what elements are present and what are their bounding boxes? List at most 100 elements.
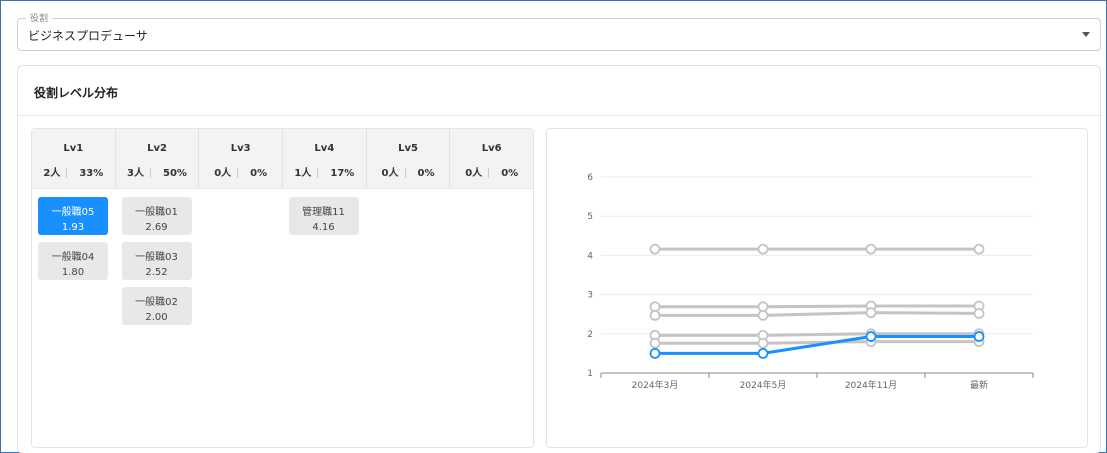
level-stats: 2人 33% (32, 164, 115, 179)
level-stats: 3人 50% (116, 164, 199, 179)
data-point (649, 243, 661, 255)
level-name: Lv6 (481, 143, 502, 154)
level-count: 1人 (294, 168, 312, 179)
y-tick-label: 4 (587, 251, 593, 261)
role-select[interactable]: 役割 ビジネスプロデューサ (17, 11, 1101, 51)
level-column: 管理職11 4.16 (283, 189, 367, 332)
divider (150, 168, 152, 178)
level-column (450, 189, 534, 332)
data-point (757, 309, 769, 321)
member-name: 一般職04 (51, 252, 95, 263)
level-percent: 0% (417, 168, 435, 179)
series-line (655, 340, 979, 345)
member-name: 一般職01 (135, 207, 178, 218)
data-point (865, 243, 877, 255)
level-column (366, 189, 450, 332)
role-select-label: 役割 (26, 11, 53, 24)
x-tick-label: 2024年5月 (740, 379, 787, 391)
level-percent: 33% (79, 168, 104, 179)
level-header-row: Lv1 2人 33% Lv2 3人 50% Lv3 0人 0% Lv4 1人 17% Lv5 0人 0% Lv… (32, 129, 533, 189)
member-chip[interactable]: 一般職02 2.00 (121, 287, 192, 325)
data-point (973, 243, 985, 255)
level-percent: 17% (330, 168, 355, 179)
level-count: 2人 (43, 168, 61, 179)
data-point (649, 347, 661, 359)
divider (404, 168, 406, 178)
level-count: 3人 (127, 168, 145, 179)
level-count: 0人 (381, 168, 399, 179)
member-score: 4.16 (312, 222, 335, 233)
y-tick-label: 2 (587, 330, 593, 340)
y-tick-label: 5 (587, 212, 593, 222)
member-score: 1.80 (61, 267, 85, 278)
member-name: 一般職05 (51, 207, 95, 218)
level-column (199, 189, 283, 332)
card-title: 役割レベル分布 (18, 66, 1100, 116)
level-count: 0人 (465, 168, 483, 179)
member-chip[interactable]: 一般職05 1.93 (38, 197, 108, 235)
x-tick-label: 最新 (970, 379, 988, 391)
member-name: 管理職11 (302, 207, 345, 218)
data-point (649, 337, 661, 349)
level-count: 0人 (214, 168, 232, 179)
data-point (865, 331, 877, 342)
level-column-header: Lv6 0人 0% (450, 129, 533, 188)
level-name: Lv5 (398, 143, 418, 154)
data-point (649, 309, 661, 321)
app-frame: 役割 ビジネスプロデューサ 役割レベル分布 Lv1 2人 33% Lv2 3人 50% Lv… (0, 0, 1107, 453)
role-level-distribution-card: 役割レベル分布 Lv1 2人 33% Lv2 3人 50% Lv3 0人 0% Lv4 1人 17% L… (17, 65, 1101, 453)
level-stats: 1人 17% (283, 164, 366, 179)
member-score: 2.69 (145, 222, 168, 233)
member-name: 一般職03 (135, 252, 178, 263)
chevron-down-icon[interactable] (1082, 32, 1090, 37)
member-chip[interactable]: 一般職04 1.80 (38, 242, 108, 280)
member-chip[interactable]: 管理職11 4.16 (288, 197, 359, 235)
member-score: 1.93 (61, 222, 85, 233)
level-stats: 0人 0% (199, 164, 282, 179)
data-point (649, 301, 661, 313)
level-stats: 0人 0% (450, 164, 533, 179)
level-name: Lv1 (63, 143, 84, 154)
level-percent: 0% (250, 168, 268, 179)
data-point (757, 301, 769, 313)
level-name: Lv3 (230, 143, 251, 154)
x-tick-label: 2024年3月 (632, 379, 679, 391)
level-column: 一般職05 1.93 一般職04 1.80 (32, 189, 116, 332)
level-column-header: Lv2 3人 50% (116, 129, 200, 188)
series-line (655, 311, 980, 317)
level-column-header: Lv1 2人 33% (32, 129, 116, 188)
divider (237, 168, 239, 178)
data-point (973, 331, 985, 342)
level-percent: 0% (501, 168, 519, 179)
level-percent: 50% (163, 168, 187, 179)
level-stats: 0人 0% (367, 164, 450, 179)
data-point (757, 337, 769, 349)
level-trend-chart: 1 2 3 4 5 6 2024年3月 2024年5月 2024年11月 最新 (546, 128, 1088, 448)
divider (66, 168, 68, 178)
y-tick-label: 1 (587, 369, 593, 379)
x-tick-label: 2024年11月 (845, 379, 897, 391)
role-select-value: ビジネスプロデューサ (28, 29, 148, 43)
level-body: 一般職05 1.93 一般職04 1.80 一般職01 2.69 一般職03 2.52 一般職0… (32, 189, 533, 332)
divider (317, 168, 319, 178)
level-column: 一般職01 2.69 一般職03 2.52 一般職02 2.00 (116, 189, 200, 332)
member-score: 2.00 (145, 312, 168, 323)
series-line (655, 335, 979, 355)
series-line (655, 304, 979, 309)
data-point (973, 308, 985, 319)
level-column-header: Lv3 0人 0% (199, 129, 284, 188)
y-tick-label: 3 (587, 291, 593, 301)
member-name: 一般職02 (135, 297, 178, 308)
chart-svg: 1 2 3 4 5 6 2024年3月 2024年5月 2024年11月 最新 (587, 173, 1034, 391)
data-point (865, 307, 877, 319)
level-panel: Lv1 2人 33% Lv2 3人 50% Lv3 0人 0% Lv4 1人 17% Lv5 0人 0% Lv… (31, 128, 534, 448)
y-tick-label: 6 (587, 173, 593, 183)
data-point (757, 347, 769, 359)
member-chip[interactable]: 一般職01 2.69 (121, 197, 192, 235)
level-name: Lv4 (314, 143, 335, 154)
member-chip[interactable]: 一般職03 2.52 (121, 242, 192, 280)
level-column-header: Lv4 1人 17% (283, 129, 367, 188)
divider (488, 168, 490, 178)
level-column-header: Lv5 0人 0% (367, 129, 451, 188)
data-point (757, 243, 769, 255)
